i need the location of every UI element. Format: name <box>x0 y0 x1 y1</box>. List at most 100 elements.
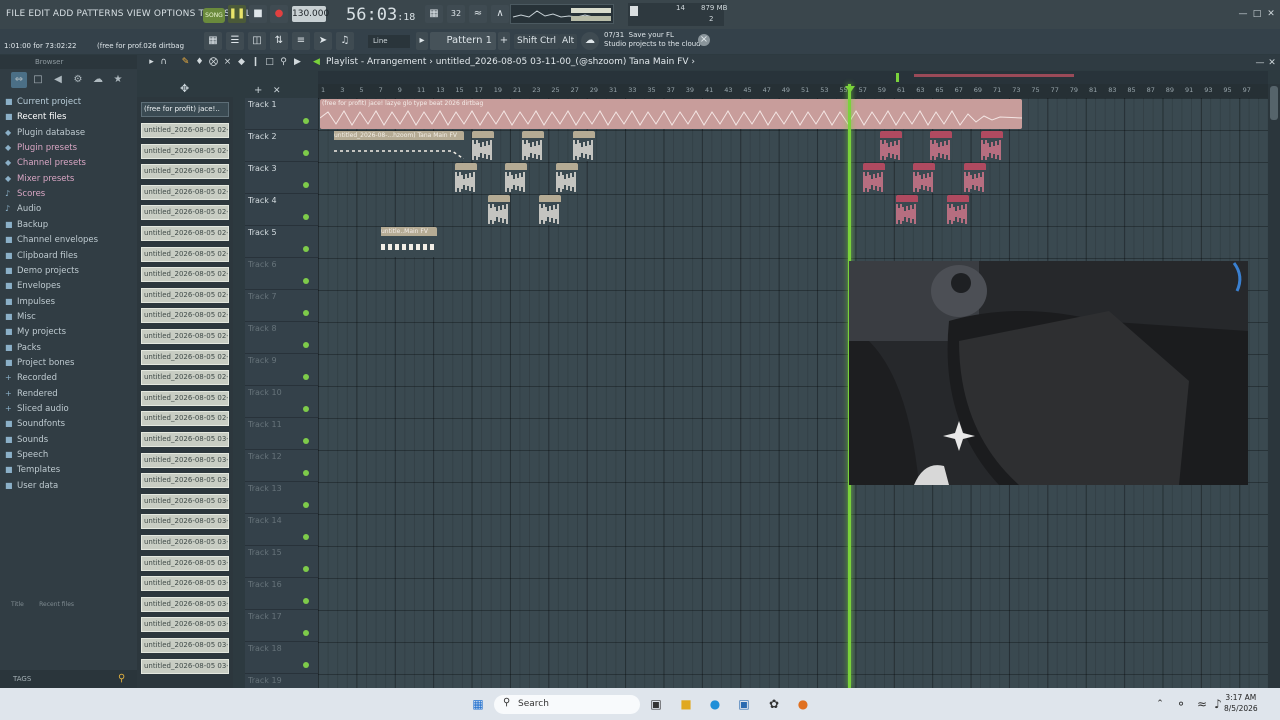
menu-add[interactable]: ADD <box>53 0 74 29</box>
browser-item-impulses[interactable]: ■ Impulses <box>5 294 135 309</box>
audio-clip-small[interactable] <box>472 131 494 161</box>
playback-icon[interactable]: ▶ <box>292 57 303 68</box>
plugin-icon[interactable]: ≡ <box>292 32 310 50</box>
track-mute-led[interactable] <box>303 406 309 412</box>
browser-item-rendered[interactable]: + Rendered <box>5 386 135 401</box>
slip-icon[interactable]: ◆ <box>236 57 247 68</box>
picker-clip[interactable]: untitled_2026-08-05 03- <box>141 658 229 674</box>
playlist-view-icon[interactable]: ▦ <box>204 32 222 50</box>
track-header[interactable]: Track 3 <box>245 162 318 194</box>
browser-item-channel-presets[interactable]: ◆ Channel presets <box>5 155 135 170</box>
select-icon[interactable]: □ <box>264 57 275 68</box>
browser-all-icon[interactable]: ⇔ <box>11 72 27 88</box>
track-mute-led[interactable] <box>303 470 309 476</box>
track-header[interactable]: Track 16 <box>245 578 318 610</box>
time-display[interactable]: 56:03:18 <box>346 3 420 27</box>
picker-clip[interactable]: untitled_2026-08-05 02- <box>141 123 229 138</box>
track-mute-led[interactable] <box>303 310 309 316</box>
step-icon[interactable]: 32 <box>447 5 465 23</box>
store-icon[interactable]: ▣ <box>734 695 754 713</box>
mixer-icon[interactable]: ⇅ <box>270 32 288 50</box>
clock[interactable]: 3:17 AM 8/5/2026 <box>1224 692 1258 714</box>
track-mute-led[interactable] <box>303 566 309 572</box>
timeline-ruler[interactable]: 1 3 5 7 9 11 13 15 17 19 21 23 25 27 29 31 33 35 37 39 41 43 4… <box>318 84 1268 98</box>
playhead-marker-icon[interactable] <box>845 86 855 93</box>
browser-cloud-icon[interactable]: ☁ <box>90 72 106 88</box>
picker-clip[interactable]: untitled_2026-08-05 03- <box>141 596 229 612</box>
track-mute-led[interactable] <box>303 246 309 252</box>
track-header[interactable]: Track 1 <box>245 98 318 130</box>
track-mute-led[interactable] <box>303 278 309 284</box>
track-header[interactable]: Track 4 <box>245 194 318 226</box>
fl-studio-active-icon[interactable]: ● <box>793 695 813 713</box>
audio-clip-small[interactable] <box>539 195 561 225</box>
cloud-icon[interactable]: ☁ <box>581 32 599 50</box>
track-mute-led[interactable] <box>303 662 309 668</box>
playlist-overview[interactable] <box>318 71 1268 84</box>
browser-item-packs[interactable]: ■ Packs <box>5 340 135 355</box>
browser-item-clipboard-files[interactable]: ■ Clipboard files <box>5 248 135 263</box>
browser-back-icon[interactable]: ◀ <box>50 72 66 88</box>
browser-item-mixer-presets[interactable]: ◆ Mixer presets <box>5 171 135 186</box>
play-icon[interactable]: ❚❚ <box>228 5 246 23</box>
audio-clip-small[interactable] <box>981 131 1003 161</box>
stop-icon[interactable]: ■ <box>249 5 267 23</box>
tags-bar[interactable]: TAGS <box>0 670 137 688</box>
track-header[interactable]: Track 12 <box>245 450 318 482</box>
wait-icon[interactable]: ≈ <box>469 5 487 23</box>
picker-clip[interactable]: untitled_2026-08-05 02- <box>141 143 229 159</box>
picker-clip[interactable]: untitled_2026-08-05 02- <box>141 267 229 283</box>
browser-item-audio[interactable]: ♪ Audio <box>5 201 135 216</box>
picker-clip[interactable]: untitled_2026-08-05 03- <box>141 452 229 468</box>
track-header[interactable]: Track 15 <box>245 546 318 578</box>
browser-item-templates[interactable]: ■ Templates <box>5 462 135 477</box>
slice-icon[interactable]: ❙ <box>250 57 261 68</box>
picker-clip[interactable]: untitled_2026-08-05 03- <box>141 535 229 550</box>
countdown-icon[interactable]: ∧ <box>491 5 509 23</box>
audio-clip-small[interactable] <box>880 131 902 161</box>
paint-icon[interactable]: ♦ <box>194 57 205 68</box>
pattern-prev-icon[interactable]: ▸ <box>416 32 428 50</box>
menu-options[interactable]: OPTIONS <box>154 0 196 29</box>
audio-clip-small[interactable] <box>556 163 578 193</box>
track-header[interactable]: Track 7 <box>245 290 318 322</box>
track-header[interactable]: Track 5 <box>245 226 318 258</box>
browser-item-misc[interactable]: ■ Misc <box>5 309 135 324</box>
picker-clip[interactable]: untitled_2026-08-05 02- <box>141 329 229 344</box>
playlist-close-icon[interactable]: ✕ <box>1266 57 1278 69</box>
browser-item-plugin-presets[interactable]: ◆ Plugin presets <box>5 140 135 155</box>
track-header[interactable]: Track 8 <box>245 322 318 354</box>
audio-clip-small[interactable] <box>488 195 510 225</box>
menu-view[interactable]: VIEW <box>127 0 151 29</box>
track-header[interactable]: Track 2 <box>245 130 318 162</box>
browser-item-speech[interactable]: ■ Speech <box>5 447 135 462</box>
track-mute-led[interactable] <box>303 534 309 540</box>
browser-item-plugin-database[interactable]: ◆ Plugin database <box>5 125 135 140</box>
picker-clip[interactable]: untitled_2026-08-05 02- <box>141 390 229 406</box>
audio-clip-small[interactable] <box>455 163 477 193</box>
playlist-play-icon[interactable]: ◀ <box>313 57 320 67</box>
audio-clip-small[interactable] <box>896 195 918 225</box>
audio-clip-track5[interactable]: untitle..Main FV <box>379 227 437 257</box>
browser-item-recorded[interactable]: + Recorded <box>5 370 135 385</box>
picker-clip[interactable]: untitled_2026-08-05 03- <box>141 638 229 653</box>
picker-clip[interactable]: untitled_2026-08-05 03- <box>141 555 229 571</box>
picker-clip[interactable]: untitled_2026-08-05 02- <box>141 205 229 221</box>
browser-item-soundfonts[interactable]: ■ Soundfonts <box>5 416 135 431</box>
close-icon[interactable]: ✕ <box>1265 8 1277 20</box>
news-close-icon[interactable]: × <box>698 34 710 46</box>
audio-clip-small[interactable] <box>505 163 527 193</box>
scroll-thumb[interactable] <box>1270 86 1278 120</box>
menu-file[interactable]: FILE <box>6 0 25 29</box>
minimize-icon[interactable]: — <box>1237 8 1249 20</box>
add-track-icon[interactable]: + <box>254 85 262 96</box>
tags-search-icon[interactable]: ⚲ <box>118 673 125 684</box>
piano-roll-icon[interactable]: ☰ <box>226 32 244 50</box>
track-header[interactable]: Track 17 <box>245 610 318 642</box>
audio-clip-small[interactable] <box>964 163 986 193</box>
pattern-select[interactable]: Pattern 1 <box>430 32 496 50</box>
picker-clip[interactable]: untitled_2026-08-05 03- <box>141 432 229 447</box>
vertical-scrollbar[interactable] <box>1268 84 1280 688</box>
ctrl-button[interactable]: Ctrl <box>537 34 560 49</box>
taskbar-search[interactable]: Search <box>494 695 640 714</box>
